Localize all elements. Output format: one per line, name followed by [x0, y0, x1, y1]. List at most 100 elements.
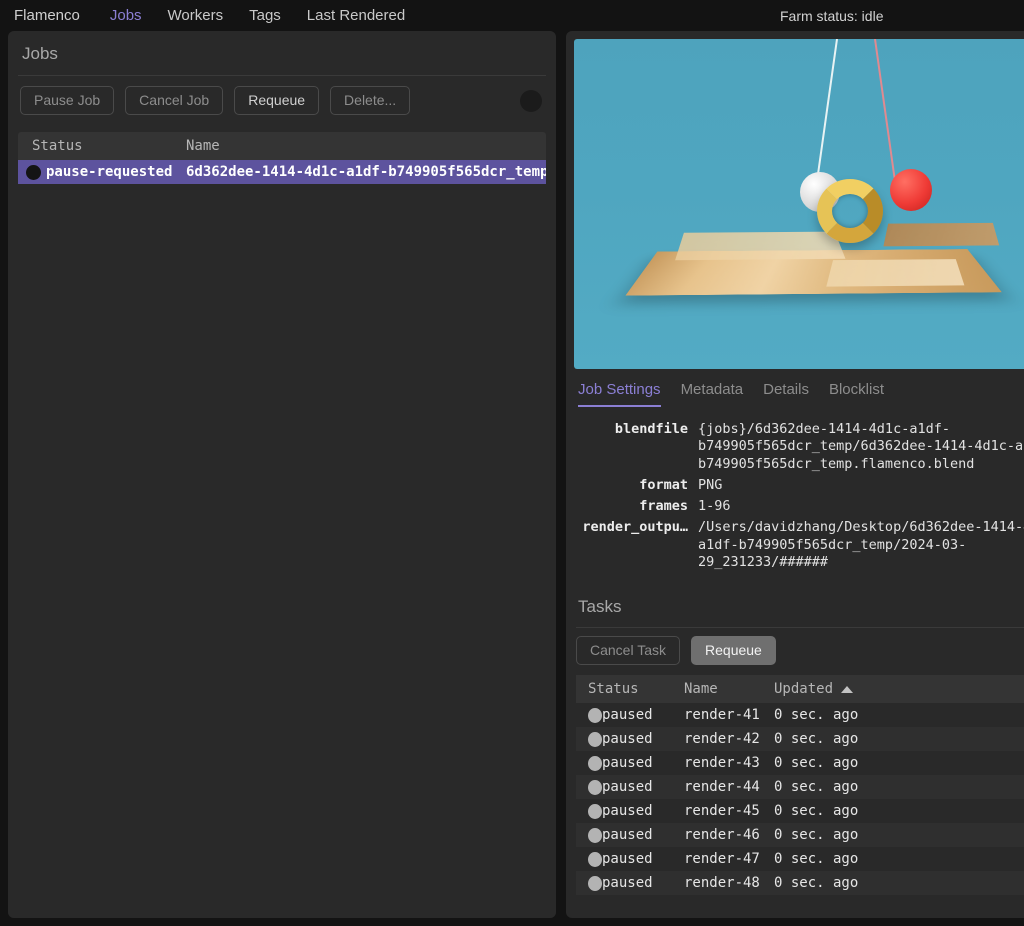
- job-settings-list: blendfile {jobs}/6d362dee-1414-4d1c-a1df…: [566, 407, 1024, 583]
- task-name-text: render-46: [684, 827, 760, 844]
- jobs-column-name[interactable]: Name: [186, 138, 546, 154]
- brand-logo[interactable]: Flamenco: [14, 7, 80, 24]
- delete-job-button[interactable]: Delete...: [330, 86, 411, 116]
- setting-key-render-output: render_outpu…: [582, 519, 688, 536]
- cancel-task-button[interactable]: Cancel Task: [576, 636, 681, 666]
- task-updated-text: 0 sec. ago: [774, 707, 859, 724]
- nav-item-workers[interactable]: Workers: [168, 7, 224, 24]
- task-status-dot-icon: [576, 803, 602, 819]
- table-row[interactable]: paused render-48 0 sec. ago: [576, 871, 1024, 896]
- requeue-task-button[interactable]: Requeue: [691, 636, 776, 666]
- task-status-dot-icon: [576, 755, 602, 771]
- task-updated-text: 0 sec. ago: [774, 755, 859, 772]
- task-status-text: paused: [602, 827, 653, 844]
- gold-torus: [817, 179, 883, 243]
- task-status-text: paused: [602, 731, 653, 748]
- table-row[interactable]: pause-requested 6d362dee-1414-4d1c-a1df-…: [18, 160, 546, 185]
- tasks-toolbar: Cancel Task Requeue: [566, 628, 1024, 675]
- tasks-table-body: paused render-41 0 sec. ago paused render-42…: [576, 703, 1024, 896]
- tasks-table-header: Status Name Updated: [576, 675, 1024, 704]
- setting-row-frames: frames 1-96: [566, 498, 1024, 515]
- task-updated-text: 0 sec. ago: [774, 731, 859, 748]
- jobs-panel: Jobs Pause Job Cancel Job Requeue Delete…: [8, 31, 556, 918]
- wooden-floor: [624, 214, 1002, 334]
- nav-item-jobs[interactable]: Jobs: [110, 7, 142, 24]
- setting-row-render-output: render_outpu… /Users/davidzhang/Desktop/…: [566, 519, 1024, 571]
- sort-ascending-icon: [841, 685, 854, 693]
- cancel-job-button[interactable]: Cancel Job: [125, 86, 224, 116]
- tab-job-settings[interactable]: Job Settings: [578, 381, 661, 407]
- setting-value-frames: 1-96: [698, 498, 731, 515]
- task-updated-text: 0 sec. ago: [774, 875, 859, 892]
- pause-job-button[interactable]: Pause Job: [20, 86, 115, 116]
- tasks-column-updated-label: Updated: [774, 681, 834, 698]
- tab-blocklist[interactable]: Blocklist: [829, 381, 884, 407]
- plank-dark: [883, 222, 1000, 247]
- jobs-toolbar: Pause Job Cancel Job Requeue Delete...: [8, 76, 556, 126]
- table-row[interactable]: paused render-43 0 sec. ago: [576, 751, 1024, 775]
- tasks-column-updated[interactable]: Updated: [774, 681, 894, 697]
- task-name-text: render-45: [684, 803, 760, 820]
- task-updated-text: 0 sec. ago: [774, 803, 859, 820]
- top-navigation: Flamenco Jobs Workers Tags Last Rendered…: [0, 0, 1024, 31]
- task-status-dot-icon: [576, 827, 602, 843]
- task-name-text: render-43: [684, 755, 760, 772]
- table-row[interactable]: paused render-42 0 sec. ago: [576, 727, 1024, 752]
- setting-key-frames: frames: [639, 498, 688, 515]
- tasks-column-status[interactable]: Status: [576, 681, 684, 697]
- task-name-text: render-44: [684, 779, 760, 796]
- setting-key-blendfile: blendfile: [614, 421, 688, 437]
- nav-item-last-rendered[interactable]: Last Rendered: [307, 7, 405, 24]
- jobs-list-empty-area: [8, 184, 556, 918]
- task-status-dot-icon: [576, 875, 602, 891]
- render-preview-image[interactable]: [574, 39, 1024, 369]
- table-row[interactable]: paused render-47 0 sec. ago: [576, 847, 1024, 871]
- plank-light-1: [675, 231, 846, 261]
- nav-item-tags[interactable]: Tags: [249, 7, 281, 24]
- setting-row-blendfile: blendfile {jobs}/6d362dee-1414-4d1c-a1df…: [566, 421, 1024, 473]
- flamenco-app: Flamenco Jobs Workers Tags Last Rendered…: [0, 0, 1024, 926]
- jobs-column-status[interactable]: Status: [18, 138, 186, 154]
- table-row[interactable]: paused render-46 0 sec. ago: [576, 823, 1024, 848]
- jobs-table-header: Status Name: [18, 132, 546, 161]
- farm-status-label: Farm status: idle: [780, 7, 884, 24]
- job-status-text: pause-requested: [46, 164, 173, 181]
- job-status-dot-icon: [18, 164, 46, 180]
- setting-key-format: format: [639, 476, 688, 493]
- task-status-text: paused: [602, 875, 653, 892]
- job-status-orb-icon: [520, 90, 542, 113]
- table-row[interactable]: paused render-44 0 sec. ago: [576, 775, 1024, 800]
- task-updated-text: 0 sec. ago: [774, 851, 859, 868]
- task-status-dot-icon: [576, 731, 602, 747]
- setting-row-format: format PNG: [566, 477, 1024, 494]
- tasks-section-title: Tasks: [578, 597, 622, 617]
- tasks-column-name[interactable]: Name: [684, 681, 774, 697]
- task-status-text: paused: [602, 755, 653, 772]
- task-status-text: paused: [602, 851, 653, 868]
- jobs-table: Status Name pause-requested 6d362dee-141…: [18, 132, 546, 185]
- setting-value-render-output: /Users/davidzhang/Desktop/6d362dee-1414-…: [698, 519, 1024, 570]
- panel-gutter[interactable]: [556, 31, 566, 918]
- task-status-text: paused: [602, 779, 653, 796]
- task-name-text: render-41: [684, 707, 760, 724]
- task-name-text: render-42: [684, 731, 760, 748]
- plank-light-2: [826, 259, 965, 287]
- task-updated-text: 0 sec. ago: [774, 779, 859, 796]
- task-updated-text: 0 sec. ago: [774, 827, 859, 844]
- table-row[interactable]: paused render-41 0 sec. ago: [576, 703, 1024, 727]
- jobs-panel-title: Jobs: [22, 44, 58, 63]
- requeue-job-button[interactable]: Requeue: [234, 86, 320, 116]
- table-row[interactable]: paused render-45 0 sec. ago: [576, 799, 1024, 823]
- main-split: Jobs Pause Job Cancel Job Requeue Delete…: [0, 31, 1024, 926]
- ball-red: [890, 169, 932, 211]
- task-status-text: paused: [602, 803, 653, 820]
- task-name-text: render-47: [684, 851, 760, 868]
- task-name-text: render-48: [684, 875, 760, 892]
- job-detail-panel: Job Settings Metadata Details Blocklist …: [566, 31, 1024, 918]
- tab-metadata[interactable]: Metadata: [681, 381, 744, 407]
- tasks-table: Status Name Updated paused render-41 0 sec…: [576, 675, 1024, 896]
- task-status-dot-icon: [576, 779, 602, 795]
- setting-value-format: PNG: [698, 476, 723, 493]
- tab-details[interactable]: Details: [763, 381, 809, 407]
- task-status-dot-icon: [576, 851, 602, 867]
